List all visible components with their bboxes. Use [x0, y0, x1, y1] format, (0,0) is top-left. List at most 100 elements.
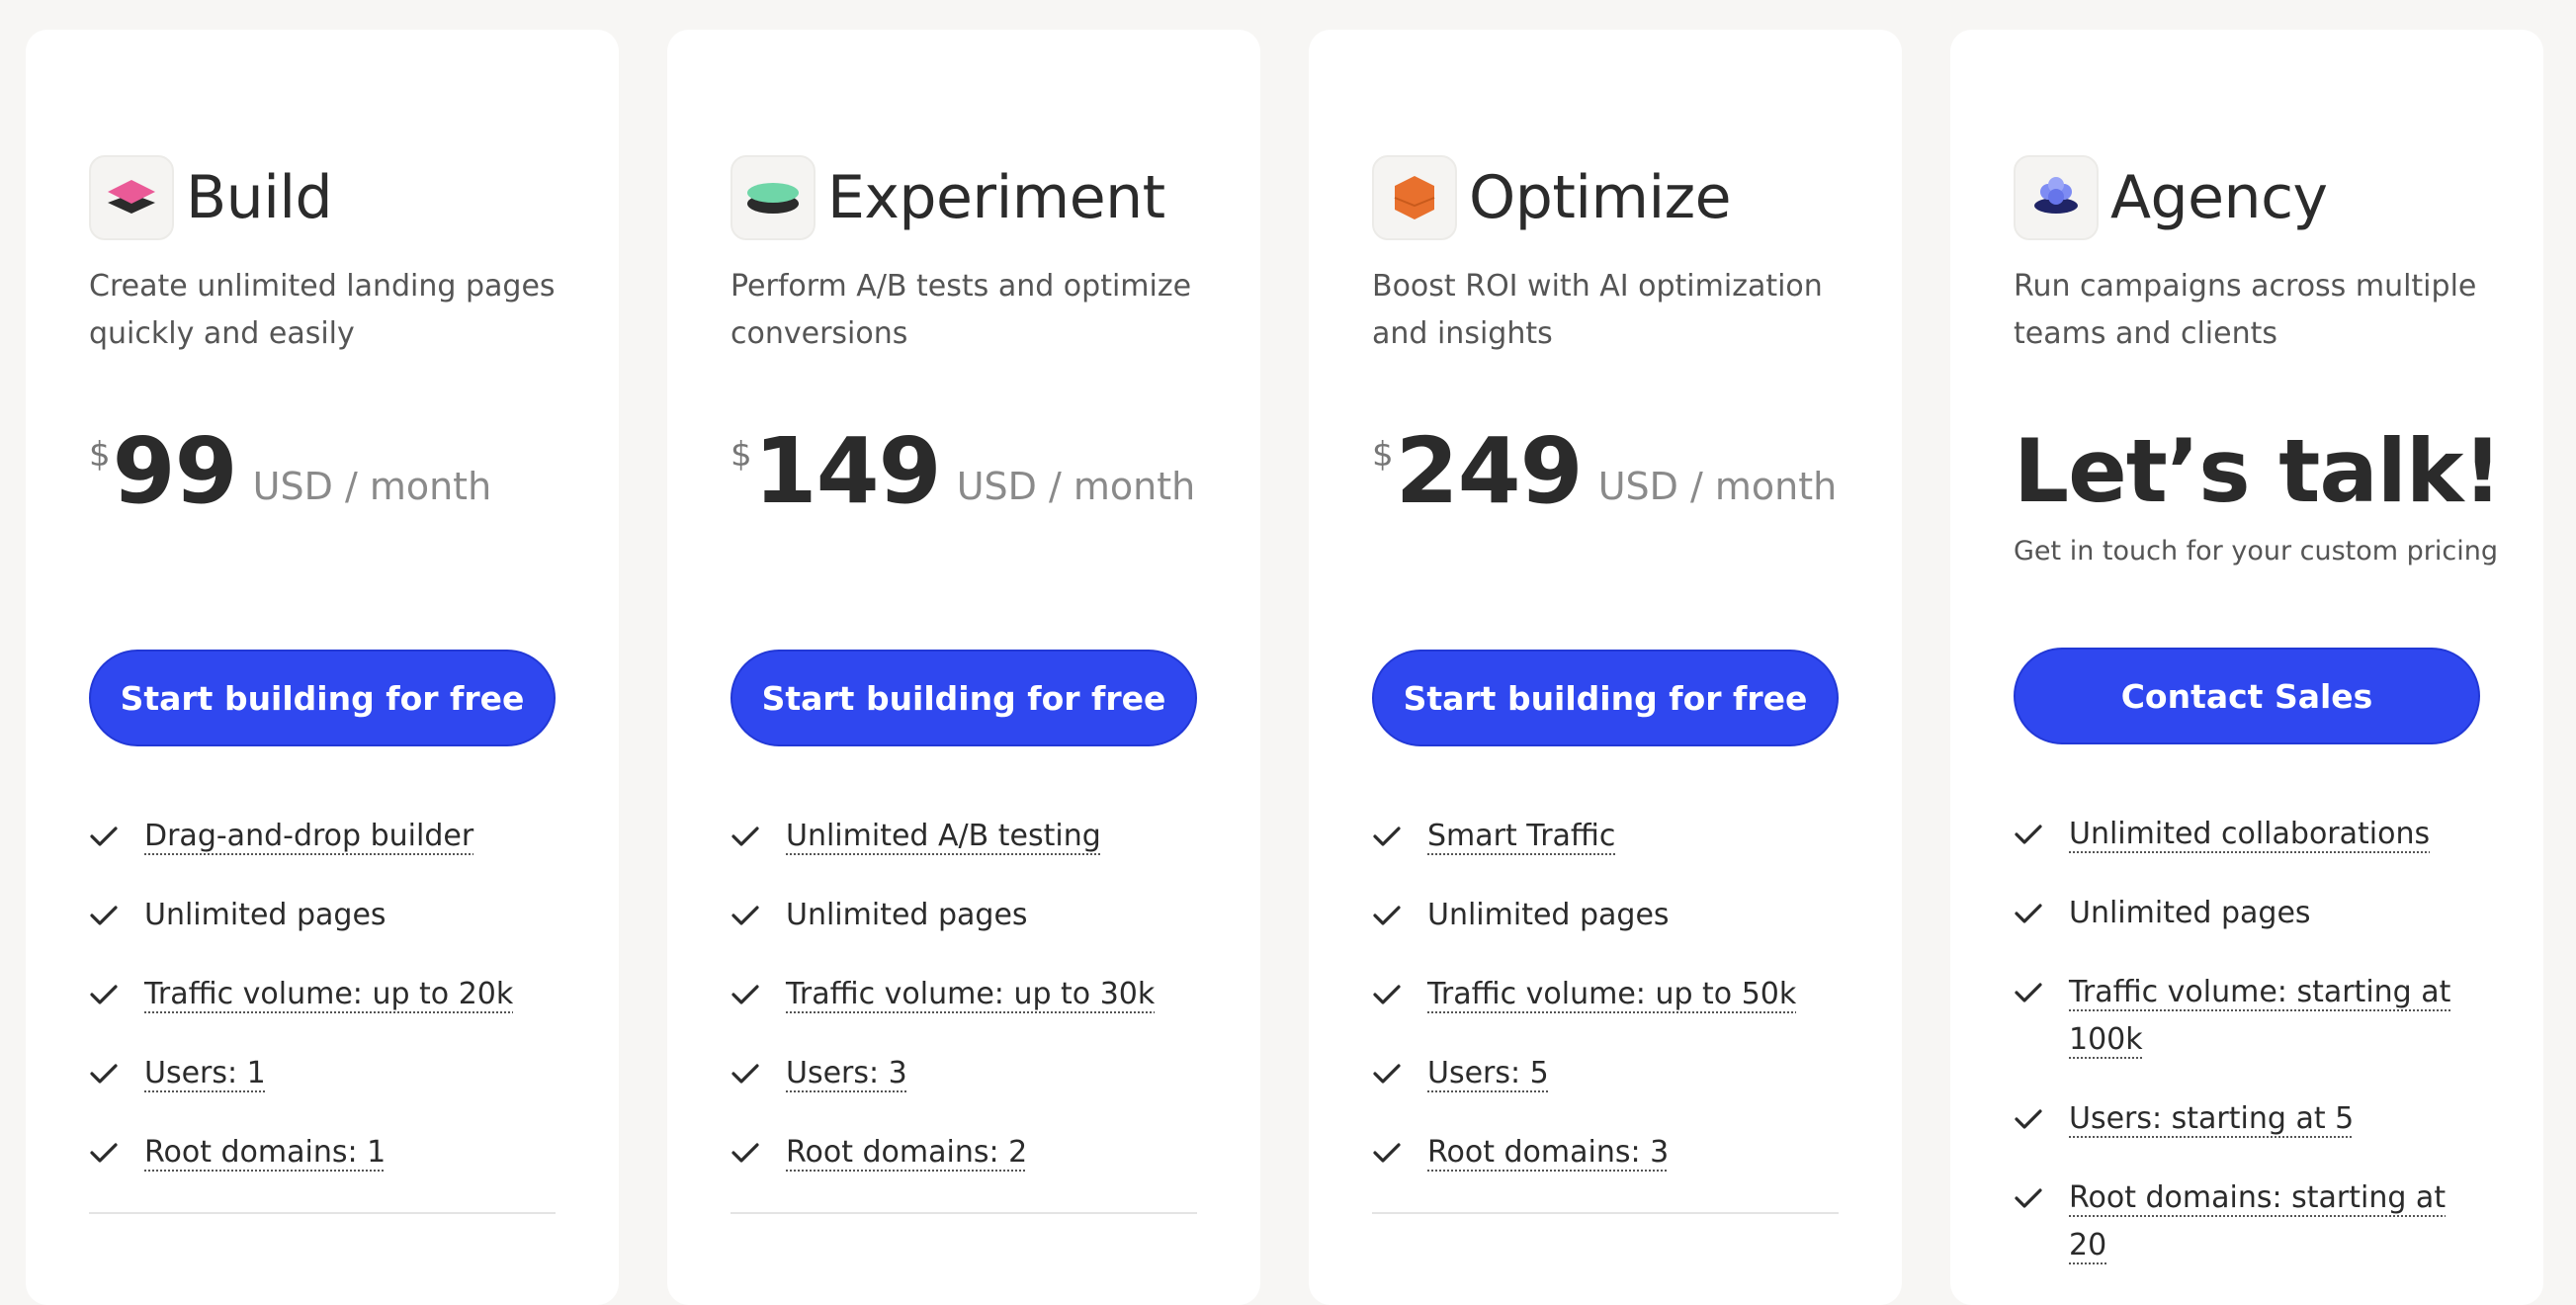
- feature-label[interactable]: Traffic volume: starting at 100k: [2069, 969, 2488, 1064]
- check-icon: [89, 813, 123, 860]
- contact-headline: Let’s talk!: [2014, 420, 2503, 522]
- price-period: USD / month: [252, 465, 492, 508]
- plan-description: Boost ROI with AI optimization and insig…: [1372, 269, 1823, 351]
- plan-card-build: Build Create unlimited landing pages qui…: [26, 30, 619, 1305]
- feature-label: Unlimited pages: [786, 898, 1028, 932]
- feature-label[interactable]: Root domains: 1: [144, 1129, 386, 1176]
- plan-description: Run campaigns across multiple teams and …: [2014, 269, 2477, 351]
- feature-label: Unlimited pages: [2069, 896, 2311, 930]
- start-building-button[interactable]: Start building for free: [89, 650, 556, 746]
- check-icon: [730, 1050, 764, 1097]
- feature-label[interactable]: Traffic volume: up to 30k: [786, 971, 1155, 1018]
- feature-item: Root domains: 2: [730, 1129, 1205, 1176]
- feature-label[interactable]: Users: 5: [1427, 1050, 1549, 1097]
- feature-item: Unlimited pages: [1372, 892, 1846, 939]
- feature-list: Drag-and-drop builder Unlimited pages Tr…: [89, 813, 563, 1208]
- feature-label: Unlimited pages: [1427, 898, 1670, 932]
- price-period: USD / month: [1597, 465, 1838, 508]
- feature-item: Unlimited pages: [2014, 890, 2488, 937]
- feature-label[interactable]: Traffic volume: up to 20k: [144, 971, 513, 1018]
- feature-label[interactable]: Traffic volume: up to 50k: [1427, 971, 1796, 1018]
- feature-item: Traffic volume: starting at 100k: [2014, 969, 2488, 1064]
- pink-layers-icon: [89, 155, 174, 240]
- feature-item: Drag-and-drop builder: [89, 813, 563, 860]
- orange-hexagon-icon: [1372, 155, 1457, 240]
- check-icon: [1372, 892, 1406, 939]
- divider: [730, 1212, 1197, 1214]
- feature-label[interactable]: Root domains: 2: [786, 1129, 1027, 1176]
- start-building-button[interactable]: Start building for free: [730, 650, 1197, 746]
- check-icon: [89, 971, 123, 1018]
- plan-name: Build: [186, 163, 333, 232]
- currency-symbol: $: [1372, 435, 1394, 475]
- currency-symbol: $: [89, 435, 111, 475]
- plan-price: $ 99 USD / month: [89, 417, 491, 526]
- check-icon: [1372, 971, 1406, 1018]
- price-amount: 99: [112, 418, 238, 524]
- feature-item: Traffic volume: up to 20k: [89, 971, 563, 1018]
- plan-price: $ 249 USD / month: [1372, 417, 1837, 526]
- feature-item: Unlimited A/B testing: [730, 813, 1205, 860]
- feature-item: Users: 5: [1372, 1050, 1846, 1097]
- check-icon: [1372, 1129, 1406, 1176]
- check-icon: [2014, 1174, 2047, 1222]
- start-building-button[interactable]: Start building for free: [1372, 650, 1839, 746]
- check-icon: [1372, 1050, 1406, 1097]
- contact-subheadline: Get in touch for your custom pricing: [2014, 536, 2499, 566]
- price-amount: 249: [1395, 418, 1584, 524]
- feature-label[interactable]: Users: 1: [144, 1050, 266, 1097]
- plan-card-agency: Agency Run campaigns across multiple tea…: [1950, 30, 2543, 1305]
- plan-header: Build: [89, 154, 333, 241]
- plan-header: Agency: [2014, 154, 2328, 241]
- check-icon: [89, 1050, 123, 1097]
- blue-flower-icon: [2014, 155, 2099, 240]
- pricing-cards: Build Create unlimited landing pages qui…: [0, 0, 2576, 1305]
- divider: [89, 1212, 556, 1214]
- price-period: USD / month: [956, 465, 1196, 508]
- plan-name: Agency: [2110, 163, 2328, 232]
- price-amount: 149: [753, 418, 942, 524]
- plan-card-experiment: Experiment Perform A/B tests and optimiz…: [667, 30, 1260, 1305]
- feature-item: Root domains: 3: [1372, 1129, 1846, 1176]
- feature-label[interactable]: Users: starting at 5: [2069, 1095, 2354, 1143]
- feature-item: Root domains: starting at 20: [2014, 1174, 2488, 1269]
- check-icon: [2014, 811, 2047, 858]
- feature-item: Unlimited pages: [730, 892, 1205, 939]
- check-icon: [730, 813, 764, 860]
- check-icon: [1372, 813, 1406, 860]
- plan-description: Perform A/B tests and optimize conversio…: [730, 269, 1192, 351]
- feature-label[interactable]: Root domains: starting at 20: [2069, 1174, 2488, 1269]
- plan-header: Optimize: [1372, 154, 1732, 241]
- check-icon: [2014, 969, 2047, 1016]
- feature-label[interactable]: Users: 3: [786, 1050, 907, 1097]
- contact-sales-button[interactable]: Contact Sales: [2014, 648, 2480, 744]
- check-icon: [2014, 1095, 2047, 1143]
- plan-description: Create unlimited landing pages quickly a…: [89, 269, 556, 351]
- feature-item: Users: starting at 5: [2014, 1095, 2488, 1143]
- check-icon: [730, 1129, 764, 1176]
- check-icon: [89, 892, 123, 939]
- feature-label[interactable]: Unlimited A/B testing: [786, 813, 1101, 860]
- feature-item: Unlimited pages: [89, 892, 563, 939]
- feature-item: Smart Traffic: [1372, 813, 1846, 860]
- currency-symbol: $: [730, 435, 752, 475]
- divider: [1372, 1212, 1839, 1214]
- check-icon: [730, 971, 764, 1018]
- feature-list: Smart Traffic Unlimited pages Traffic vo…: [1372, 813, 1846, 1208]
- feature-item: Traffic volume: up to 30k: [730, 971, 1205, 1018]
- plan-name: Optimize: [1469, 163, 1732, 232]
- feature-label[interactable]: Drag-and-drop builder: [144, 813, 473, 860]
- feature-label[interactable]: Root domains: 3: [1427, 1129, 1669, 1176]
- feature-label[interactable]: Smart Traffic: [1427, 813, 1615, 860]
- feature-label[interactable]: Unlimited collaborations: [2069, 811, 2430, 858]
- feature-list: Unlimited A/B testing Unlimited pages Tr…: [730, 813, 1205, 1208]
- feature-item: Traffic volume: up to 50k: [1372, 971, 1846, 1018]
- plan-header: Experiment: [730, 154, 1165, 241]
- check-icon: [89, 1129, 123, 1176]
- feature-item: Users: 3: [730, 1050, 1205, 1097]
- feature-list: Unlimited collaborations Unlimited pages…: [2014, 811, 2488, 1301]
- feature-item: Users: 1: [89, 1050, 563, 1097]
- plan-price: $ 149 USD / month: [730, 417, 1195, 526]
- feature-item: Root domains: 1: [89, 1129, 563, 1176]
- plan-name: Experiment: [827, 163, 1165, 232]
